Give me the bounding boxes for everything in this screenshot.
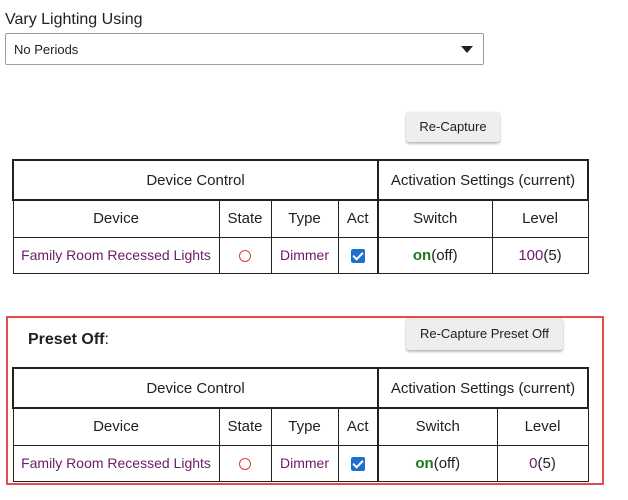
level-setting[interactable]: 0 [529, 455, 537, 472]
header-act: Act [337, 199, 379, 238]
header-device-control: Device Control [12, 159, 379, 201]
header-level: Level [491, 199, 589, 238]
preset-colon: : [104, 331, 109, 348]
preset-title: Preset Off [28, 331, 105, 348]
header-activation-settings: Activation Settings (current) [377, 159, 589, 201]
switch-cell[interactable]: on(off) [377, 236, 493, 274]
switch-cell[interactable]: on(off) [377, 444, 498, 482]
level-current: (5) [537, 454, 556, 472]
header-activation-settings: Activation Settings (current) [377, 367, 589, 409]
header-type: Type [270, 407, 339, 446]
header-switch: Switch [377, 407, 498, 446]
switch-setting[interactable]: on [413, 247, 431, 264]
header-type: Type [270, 199, 339, 238]
select-value: No Periods [14, 42, 79, 57]
preset-off-label: Preset Off: [28, 331, 109, 349]
header-level: Level [496, 407, 589, 446]
header-state: State [218, 407, 272, 446]
vary-lighting-select[interactable]: No Periods [5, 33, 484, 65]
state-off-icon[interactable] [239, 249, 251, 262]
vary-lighting-label: Vary Lighting Using [5, 11, 143, 28]
header-switch: Switch [377, 199, 493, 238]
header-state: State [218, 199, 272, 238]
level-cell[interactable]: 100(5) [491, 236, 589, 274]
act-checkbox[interactable] [350, 456, 365, 471]
header-device: Device [12, 407, 220, 446]
level-setting[interactable]: 100 [518, 247, 543, 264]
preset-device-table: Device Control Activation Settings (curr… [12, 367, 589, 482]
header-device-control: Device Control [12, 367, 379, 409]
switch-current: (off) [433, 454, 461, 472]
act-checkbox[interactable] [350, 248, 365, 263]
header-device: Device [12, 199, 220, 238]
table-row: Family Room Recessed Lights Dimmer on(of… [12, 444, 589, 482]
level-cell[interactable]: 0(5) [496, 444, 589, 482]
table-row: Family Room Recessed Lights Dimmer on(of… [12, 236, 589, 274]
recapture-preset-off-button[interactable]: Re-Capture Preset Off [406, 318, 563, 350]
recapture-button[interactable]: Re-Capture [406, 112, 500, 142]
level-current: (5) [543, 246, 562, 264]
device-type-link[interactable]: Dimmer [280, 455, 329, 471]
header-act: Act [337, 407, 379, 446]
state-off-icon[interactable] [239, 457, 251, 470]
device-type-link[interactable]: Dimmer [280, 247, 329, 263]
device-table: Device Control Activation Settings (curr… [12, 159, 589, 274]
switch-setting[interactable]: on [415, 455, 433, 472]
switch-current: (off) [431, 246, 458, 264]
chevron-down-icon[interactable] [461, 46, 473, 53]
device-link[interactable]: Family Room Recessed Lights [21, 247, 211, 263]
device-link[interactable]: Family Room Recessed Lights [21, 455, 211, 471]
